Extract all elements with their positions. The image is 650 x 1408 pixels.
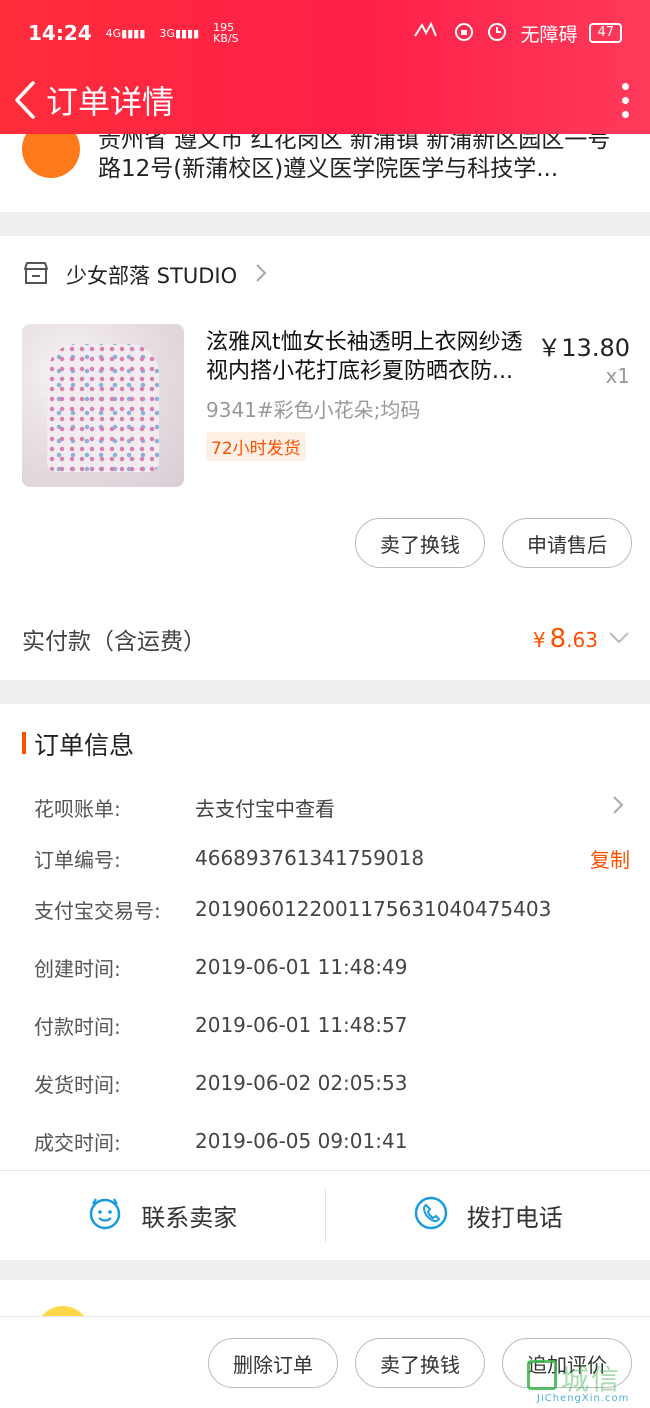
- address-text: 贵州省 遵义市 红花岗区 新蒲镇 新蒲新区园区一号路12号(新蒲校区)遵义医学院…: [98, 127, 611, 182]
- contact-bar: 联系卖家 拨打电话: [0, 1170, 650, 1260]
- watermark-text: 城信: [561, 1363, 622, 1396]
- contact-seller-button[interactable]: 联系卖家: [0, 1171, 325, 1260]
- chevron-right-icon: [612, 795, 624, 820]
- battery-level: 47: [597, 25, 614, 40]
- payment-row[interactable]: 实付款（含运费） ¥ 8 .63: [22, 622, 630, 656]
- created-time-row: 创建时间: 2019-06-01 11:48:49: [34, 952, 630, 982]
- store-icon: [22, 260, 50, 290]
- accessibility-label: 无障碍: [520, 23, 578, 46]
- status-right: 无障碍 47: [412, 20, 622, 47]
- section-accent-bar: [22, 732, 26, 754]
- chevron-right-icon: [255, 263, 267, 287]
- alipay-number-value: 2019060122001175631040475403: [195, 897, 552, 921]
- chevron-left-icon[interactable]: [10, 80, 40, 120]
- page-title: 订单详情: [46, 83, 175, 121]
- after-sale-button[interactable]: 申请售后: [502, 518, 632, 568]
- more-vertical-icon[interactable]: [610, 82, 640, 118]
- signal-right-icon: 3G▮▮▮▮: [159, 26, 200, 40]
- paid-time-value: 2019-06-01 11:48:57: [195, 1013, 408, 1037]
- watermark-url: JiChengXin.com: [537, 1393, 630, 1404]
- paid-time-row: 付款时间: 2019-06-01 11:48:57: [34, 1010, 630, 1040]
- shop-row[interactable]: 少女部落 STUDIO: [22, 258, 267, 292]
- watermark: 城信 JiChengXin.com: [527, 1356, 642, 1406]
- completed-time-value: 2019-06-05 09:01:41: [195, 1129, 408, 1153]
- watermark-logo-icon: [527, 1360, 557, 1390]
- phone-icon: [413, 1195, 449, 1237]
- created-time-value: 2019-06-01 11:48:49: [195, 955, 408, 979]
- shop-name: 少女部落 STUDIO: [66, 264, 238, 288]
- shipped-time-row: 发货时间: 2019-06-02 02:05:53: [34, 1068, 630, 1098]
- order-number-row: 订单编号: 466893761341759018 复制: [34, 843, 630, 873]
- order-number-label: 订单编号:: [34, 847, 121, 872]
- delete-order-button[interactable]: 删除订单: [208, 1338, 338, 1388]
- order-number-value: 466893761341759018: [195, 846, 425, 870]
- shipping-badge: 72小时发货: [206, 432, 306, 461]
- lock-icon: [454, 20, 474, 47]
- status-bar: 14:24 4G▮▮▮▮ 3G▮▮▮▮ 195 KB/S 无障碍 47: [0, 0, 650, 66]
- product-image-pattern: [47, 344, 159, 472]
- call-phone-label: 拨打电话: [466, 1204, 563, 1232]
- completed-time-row: 成交时间: 2019-06-05 09:01:41: [34, 1126, 630, 1156]
- product-sku: 9341#彩色小花朵;均码: [206, 398, 421, 422]
- copy-button[interactable]: 复制: [590, 844, 630, 873]
- recommend-section: [0, 1280, 650, 1360]
- order-card: 少女部落 STUDIO 泫雅风t恤女长袖透明上衣网纱透视内搭小花打底衫夏防晒衣防…: [0, 236, 650, 680]
- signal-left-label: 4G: [105, 26, 122, 40]
- shipped-time-label: 发货时间:: [34, 1072, 121, 1097]
- product-quantity: x1: [605, 364, 630, 388]
- chevron-down-icon[interactable]: [608, 630, 630, 649]
- sell-exchange-bottom-button[interactable]: 卖了换钱: [355, 1338, 485, 1388]
- huabei-value: 去支付宝中查看: [195, 796, 335, 821]
- created-time-label: 创建时间:: [34, 956, 121, 981]
- signal-right-label: 3G: [159, 26, 175, 40]
- chat-face-icon: [87, 1195, 123, 1237]
- shipped-time-value: 2019-06-02 02:05:53: [195, 1071, 408, 1095]
- huabei-label: 花呗账单:: [34, 796, 121, 821]
- amount-integer: 8: [549, 624, 567, 654]
- order-info-title: 订单信息: [34, 731, 135, 760]
- payment-amount: ¥ 8 .63: [533, 624, 598, 654]
- call-phone-button[interactable]: 拨打电话: [326, 1171, 650, 1260]
- currency-symbol: ¥: [532, 628, 546, 652]
- alarm-icon: [486, 20, 508, 47]
- alipay-number-label: 支付宝交易号:: [34, 898, 161, 923]
- product-title[interactable]: 泫雅风t恤女长袖透明上衣网纱透视内搭小花打底衫夏防晒衣防...: [206, 328, 536, 386]
- header-bar: 14:24 4G▮▮▮▮ 3G▮▮▮▮ 195 KB/S 无障碍 47 订单详情: [0, 0, 650, 134]
- alipay-number-row: 支付宝交易号: 2019060122001175631040475403: [34, 894, 630, 924]
- product-image[interactable]: [22, 324, 184, 487]
- order-info-card: 订单信息 花呗账单: 去支付宝中查看 订单编号: 466893761341759…: [0, 704, 650, 1260]
- battery-icon: 47: [589, 23, 622, 43]
- contact-seller-label: 联系卖家: [141, 1204, 238, 1232]
- completed-time-label: 成交时间:: [34, 1130, 121, 1155]
- amount-decimal: .63: [566, 628, 598, 652]
- payment-label: 实付款（含运费）: [22, 629, 206, 655]
- paid-time-label: 付款时间:: [34, 1014, 121, 1039]
- net-speed: 195 KB/S: [213, 22, 238, 44]
- nfc-icon: [412, 21, 442, 46]
- huabei-row[interactable]: 花呗账单: 去支付宝中查看: [34, 792, 630, 822]
- signal-left-icon: 4G▮▮▮▮: [105, 26, 146, 40]
- sell-exchange-button[interactable]: 卖了换钱: [355, 518, 485, 568]
- net-speed-unit: KB/S: [213, 32, 239, 45]
- status-time: 14:24: [28, 21, 92, 45]
- nav-bar: 订单详情: [0, 66, 650, 134]
- product-price: ￥13.80: [537, 334, 630, 362]
